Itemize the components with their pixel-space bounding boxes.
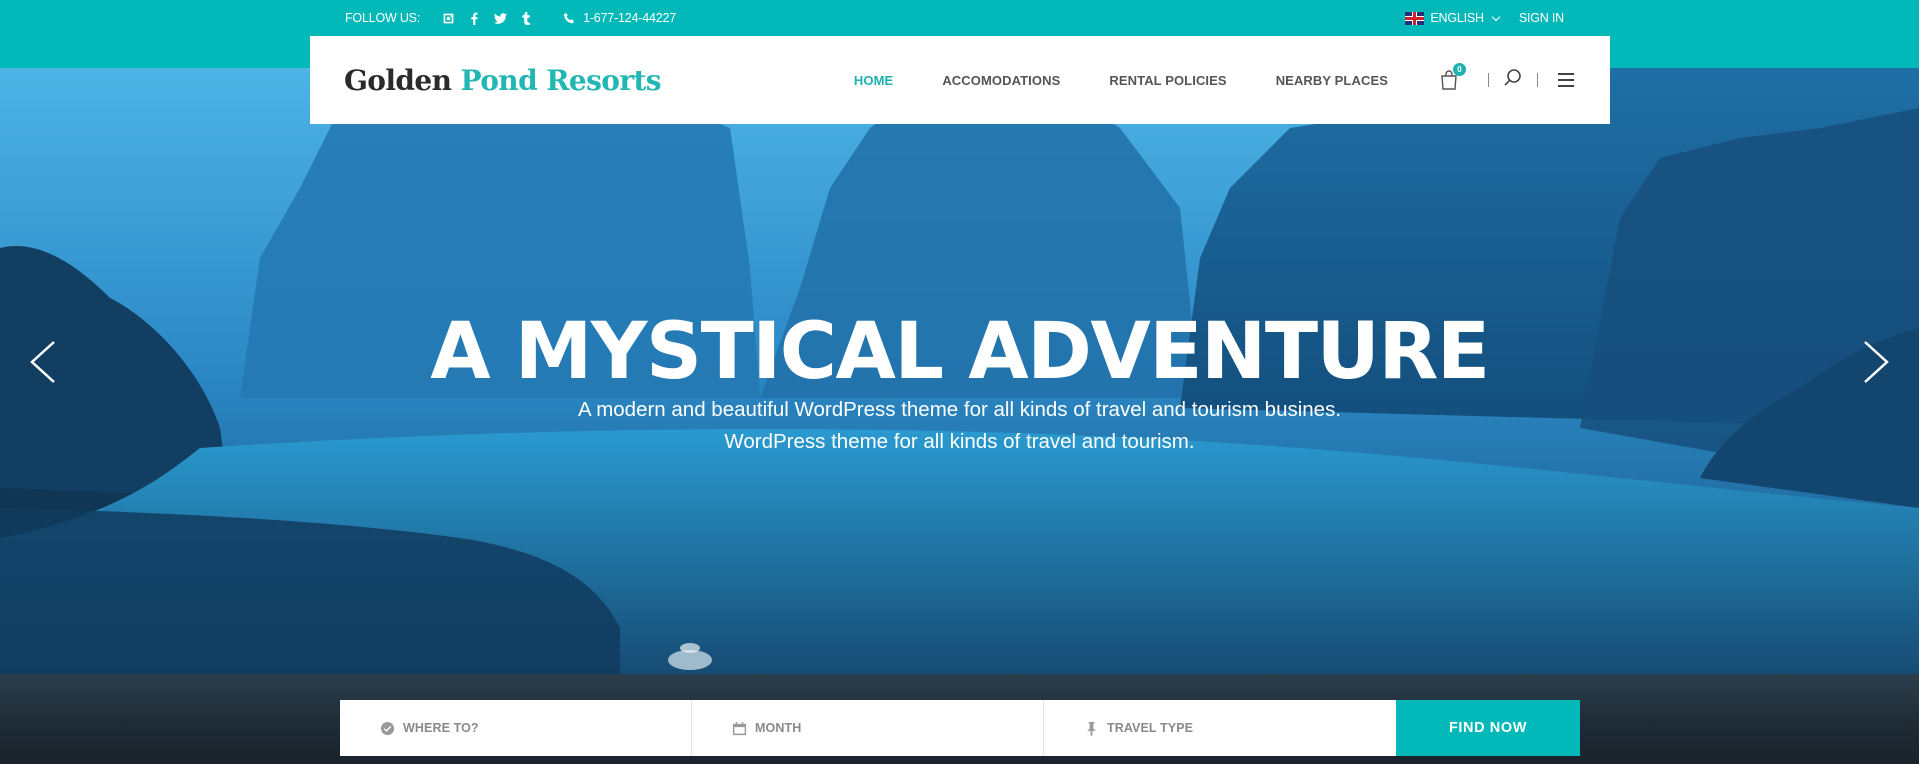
chevron-right-icon bbox=[1864, 341, 1889, 383]
slide-title: A MYSTICAL ADVENTURE bbox=[430, 307, 1490, 397]
header-tools: 0 bbox=[1440, 63, 1574, 93]
follow-us-label: FOLLOW US: bbox=[345, 11, 421, 25]
top-bar-right: ENGLISH SIGN IN bbox=[1405, 11, 1564, 25]
logo-accent-text: Pond Resorts bbox=[460, 63, 662, 97]
top-bar-content: FOLLOW US: 1-677-124-44227 ENGLISH SIGN … bbox=[345, 0, 1564, 36]
chevron-down-icon bbox=[1491, 12, 1501, 21]
slide-subtitle-line: A modern and beautiful WordPress theme f… bbox=[577, 398, 1342, 421]
facebook-icon[interactable] bbox=[468, 12, 481, 25]
main-header: Golden Pond Resorts HOME ACCOMODATIONS R… bbox=[310, 36, 1610, 124]
slide-subtitle: A modern and beautiful WordPress theme f… bbox=[0, 394, 1919, 458]
travel-type-field[interactable]: TRAVEL TYPE bbox=[1044, 700, 1396, 756]
slider-prev-arrow[interactable] bbox=[28, 340, 58, 384]
search-icon bbox=[1504, 68, 1521, 86]
find-now-button[interactable]: FIND NOW bbox=[1396, 700, 1580, 756]
main-nav: HOME ACCOMODATIONS RENTAL POLICIES NEARB… bbox=[854, 73, 1388, 88]
cart-button[interactable]: 0 bbox=[1440, 63, 1466, 90]
phone-number: 1-677-124-44227 bbox=[583, 11, 677, 25]
nav-home[interactable]: HOME bbox=[854, 73, 893, 88]
tumblr-icon[interactable] bbox=[520, 11, 533, 25]
month-field[interactable]: MONTH bbox=[692, 700, 1044, 756]
uk-flag-icon bbox=[1405, 11, 1425, 25]
instagram-icon[interactable] bbox=[442, 12, 455, 25]
sign-in-link[interactable]: SIGN IN bbox=[1519, 11, 1564, 25]
phone-icon bbox=[563, 12, 574, 23]
language-selector[interactable]: ENGLISH bbox=[1405, 11, 1501, 25]
destination-placeholder: WHERE TO? bbox=[403, 721, 479, 735]
pin-icon bbox=[1084, 721, 1099, 736]
twitter-icon[interactable] bbox=[494, 12, 508, 25]
destination-field[interactable]: WHERE TO? bbox=[340, 700, 692, 756]
site-logo[interactable]: Golden Pond Resorts bbox=[344, 63, 662, 97]
calendar-icon bbox=[732, 721, 747, 736]
social-links bbox=[442, 11, 533, 25]
cart-count-badge: 0 bbox=[1453, 63, 1466, 76]
slider-next-arrow[interactable] bbox=[1861, 340, 1891, 384]
hamburger-menu-icon[interactable] bbox=[1558, 73, 1574, 87]
trip-search-form: WHERE TO? MONTH TRAVEL TYPE FIND NOW bbox=[340, 700, 1580, 756]
search-button[interactable] bbox=[1503, 68, 1523, 93]
divider bbox=[1488, 73, 1489, 87]
slide-subtitle-line: WordPress theme for all kinds of travel … bbox=[724, 430, 1195, 453]
location-check-icon bbox=[380, 721, 395, 736]
nav-accomodations[interactable]: ACCOMODATIONS bbox=[942, 73, 1060, 88]
logo-main-text: Golden bbox=[344, 63, 452, 97]
month-placeholder: MONTH bbox=[755, 721, 802, 735]
nav-nearby-places[interactable]: NEARBY PLACES bbox=[1276, 73, 1388, 88]
chevron-left-icon bbox=[30, 341, 55, 383]
travel-type-placeholder: TRAVEL TYPE bbox=[1107, 721, 1194, 735]
nav-rental-policies[interactable]: RENTAL POLICIES bbox=[1109, 73, 1226, 88]
divider bbox=[1537, 73, 1538, 87]
language-label: ENGLISH bbox=[1430, 11, 1484, 25]
phone-contact[interactable]: 1-677-124-44227 bbox=[563, 11, 676, 25]
